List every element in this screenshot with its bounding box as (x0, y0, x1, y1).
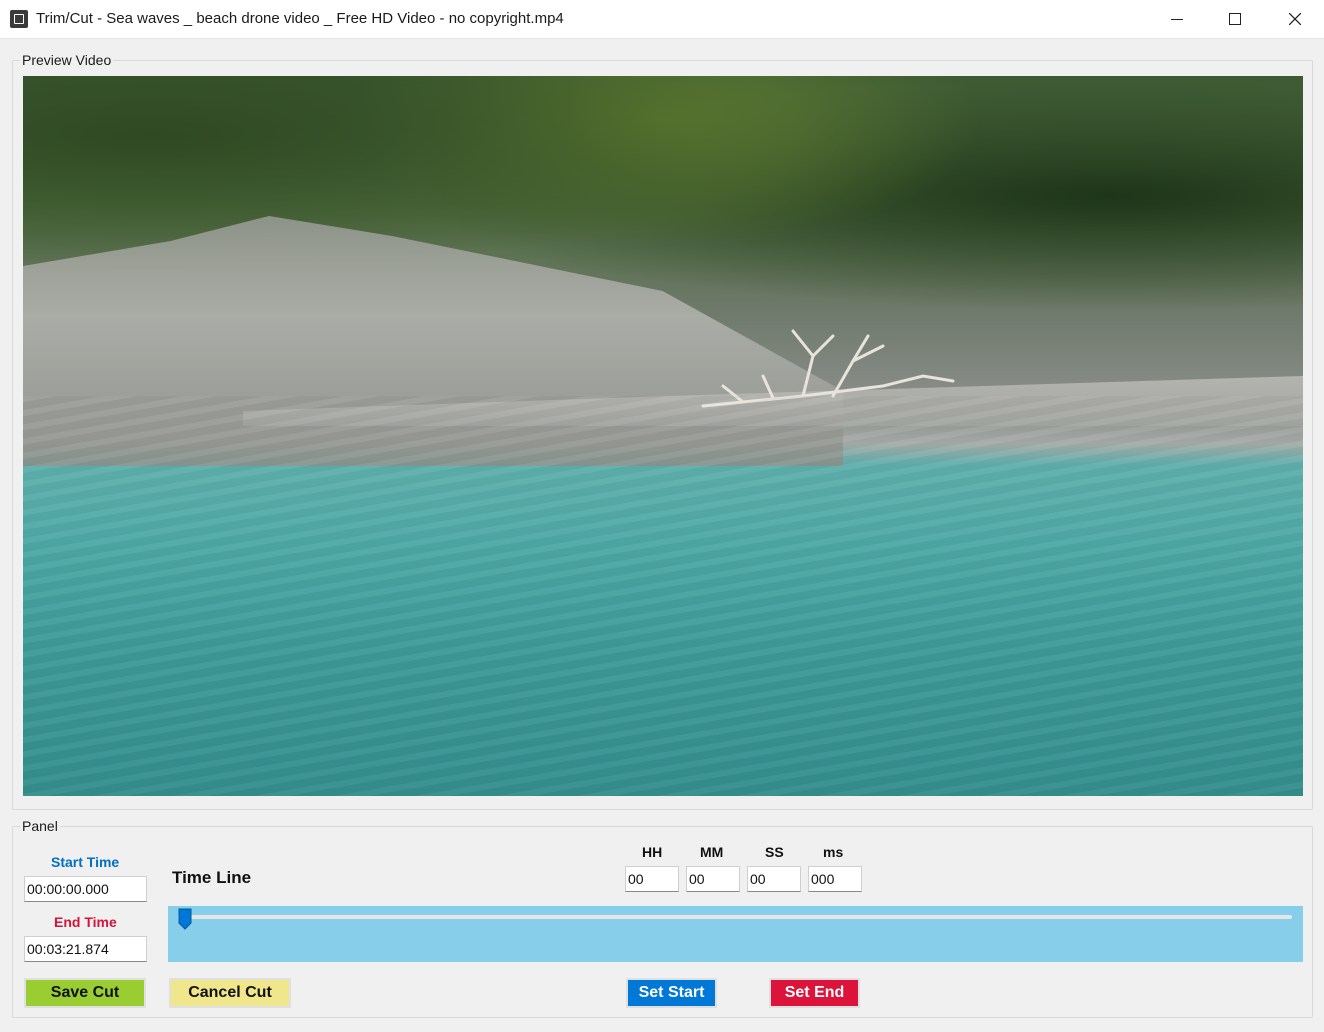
maximize-button[interactable] (1206, 0, 1264, 38)
end-time-field[interactable]: 00:03:21.874 (24, 936, 147, 962)
close-button[interactable] (1266, 0, 1324, 38)
minimize-icon (1171, 18, 1183, 20)
timeline-label: Time Line (172, 868, 252, 887)
end-time-label: End Time (54, 914, 117, 930)
ss-field[interactable]: 00 (747, 866, 801, 892)
set-end-button[interactable]: Set End (769, 978, 860, 1008)
maximize-icon (1229, 13, 1241, 25)
panel-group-label: Panel (20, 818, 60, 834)
ms-label: ms (823, 844, 844, 860)
timeline-thumb[interactable] (178, 908, 192, 930)
set-start-button[interactable]: Set Start (626, 978, 717, 1008)
preview-group-label: Preview Video (20, 52, 114, 68)
save-cut-button[interactable]: Save Cut (24, 978, 146, 1008)
start-time-label: Start Time (51, 854, 120, 870)
cancel-cut-button[interactable]: Cancel Cut (169, 978, 291, 1008)
timeline-slider[interactable] (168, 906, 1303, 962)
ss-label: SS (765, 844, 784, 860)
title-bar: Trim/Cut - Sea waves _ beach drone video… (0, 0, 1324, 39)
start-time-field[interactable]: 00:00:00.000 (24, 876, 147, 902)
timeline-track (178, 915, 1292, 919)
mm-field[interactable]: 00 (686, 866, 740, 892)
hh-label: HH (642, 844, 663, 860)
app-icon (10, 10, 28, 28)
ms-field[interactable]: 000 (808, 866, 862, 892)
video-water (23, 396, 1303, 796)
mm-label: MM (700, 844, 724, 860)
minimize-button[interactable] (1148, 0, 1206, 38)
video-preview[interactable] (23, 76, 1303, 796)
close-icon (1289, 13, 1301, 25)
hh-field[interactable]: 00 (625, 866, 679, 892)
window-title: Trim/Cut - Sea waves _ beach drone video… (36, 10, 564, 27)
